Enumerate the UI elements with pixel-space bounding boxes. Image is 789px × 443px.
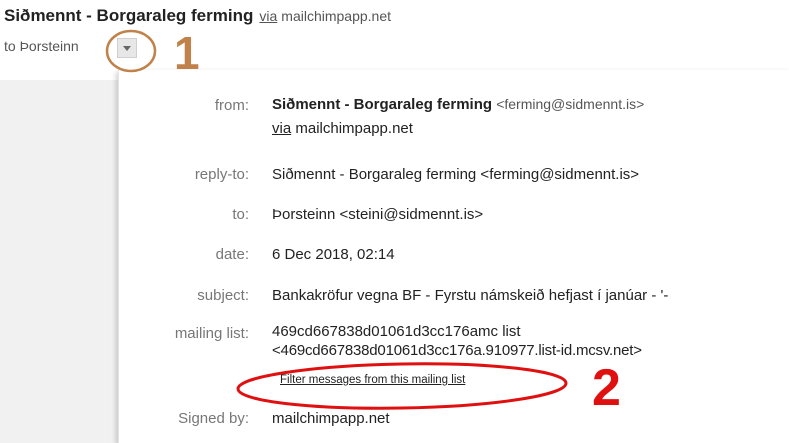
filter-mailing-list-link[interactable]: Filter messages from this mailing list xyxy=(280,374,465,386)
reply-to-value: Siðmennt - Borgaraleg ferming <ferming@s… xyxy=(272,166,640,183)
signed-by-value: mailchimpapp.net xyxy=(272,410,390,427)
from-email: <ferming@sidmennt.is> xyxy=(496,96,645,112)
mailing-list-label: mailing list: xyxy=(174,325,249,342)
show-details-dropdown-button[interactable] xyxy=(117,38,137,58)
from-name: Siðmennt - Borgaraleg ferming xyxy=(272,96,493,113)
annotation-number-2: 2 xyxy=(592,359,621,417)
via-domain: mailchimpapp.net xyxy=(281,8,392,24)
subject-value: Bankakröfur vegna BF - Fyrstu námskeið h… xyxy=(272,287,669,304)
from-label: from: xyxy=(214,97,249,114)
recipient-summary: to Þorsteinn xyxy=(4,38,79,54)
mailing-list-address: <469cd667838d01061d3cc176a.910977.list-i… xyxy=(272,342,642,359)
from-via-domain: mailchimpapp.net xyxy=(295,120,413,137)
reply-to-label: reply-to: xyxy=(194,166,249,183)
mailing-list-id: 469cd667838d01061d3cc176amc list xyxy=(272,323,521,340)
subject-label: subject: xyxy=(197,287,249,304)
from-via: via mailchimpapp.net xyxy=(272,120,413,137)
to-value: Þorsteinn <steini@sidmennt.is> xyxy=(272,206,484,223)
annotation-number-1: 1 xyxy=(174,27,200,79)
from-via-link[interactable]: via xyxy=(272,120,291,137)
via-info: via mailchimpapp.net xyxy=(259,8,391,24)
chevron-down-icon xyxy=(123,46,131,51)
via-link[interactable]: via xyxy=(259,8,277,24)
date-label: date: xyxy=(215,246,249,263)
signed-by-label: Signed by: xyxy=(178,410,249,427)
sender-name: Siðmennt - Borgaraleg ferming xyxy=(4,6,254,25)
date-value: 6 Dec 2018, 02:14 xyxy=(272,246,395,263)
from-value: Siðmennt - Borgaraleg ferming <ferming@s… xyxy=(272,96,644,113)
left-gutter xyxy=(0,80,118,443)
to-label: to: xyxy=(232,206,249,223)
